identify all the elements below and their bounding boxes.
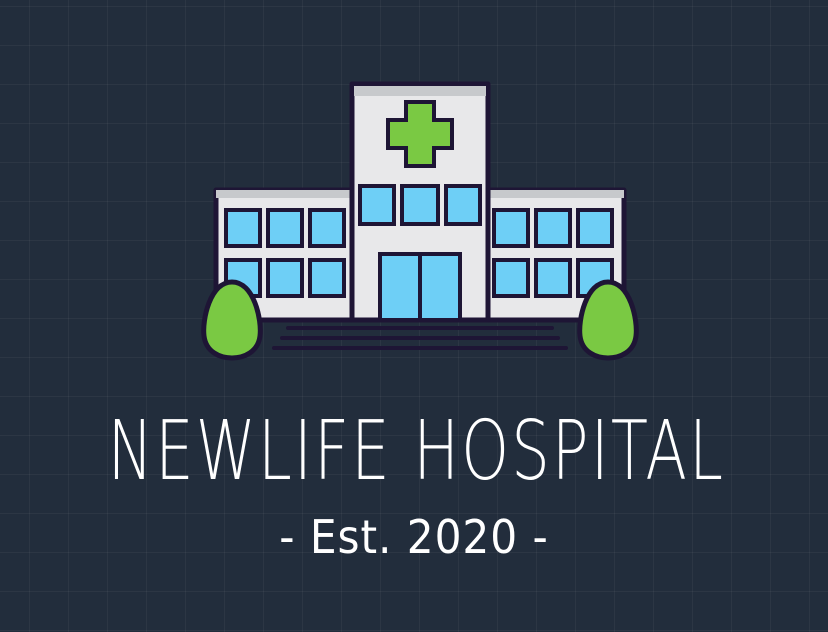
window [266, 258, 304, 298]
window [266, 208, 304, 248]
window [492, 258, 530, 298]
hospital-name: NEWLIFE HOSPITAL [107, 404, 726, 499]
hospital-building-icon [201, 81, 639, 361]
right-tree [577, 279, 639, 361]
window [492, 208, 530, 248]
window [308, 208, 346, 248]
window [400, 184, 440, 226]
window [224, 208, 262, 248]
window [358, 184, 396, 226]
window [534, 208, 572, 248]
established-year: - Est. 2020 - [279, 510, 549, 564]
hospital-logo: NEWLIFE HOSPITAL - Est. 2020 - [0, 0, 828, 632]
window [576, 208, 614, 248]
left-tree [201, 279, 263, 361]
entrance-steps [272, 326, 568, 350]
window [308, 258, 346, 298]
window [444, 184, 482, 226]
window [534, 258, 572, 298]
